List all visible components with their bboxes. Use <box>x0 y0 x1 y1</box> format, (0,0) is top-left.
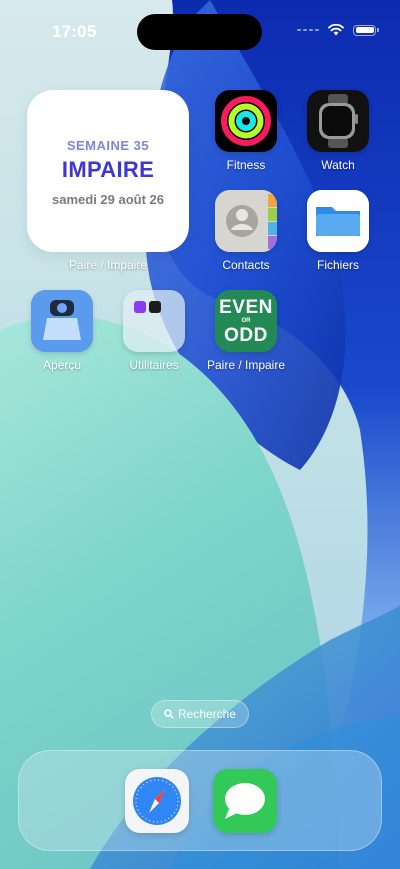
app-label-fitness: Fitness <box>226 158 266 172</box>
widget-parity: IMPAIRE <box>61 157 155 182</box>
app-label-contacts: Contacts <box>222 258 270 272</box>
parity-widget[interactable]: SEMAINE 35 IMPAIRE samedi 29 août 26 <box>27 90 189 252</box>
signal-bars-icon <box>297 29 319 31</box>
widget-label: Paire / Impaire <box>68 258 148 272</box>
app-pair-impair[interactable]: EVEN OR ODD Paire / Impaire <box>198 290 294 372</box>
app-label-utilities: Utilitaires <box>129 358 179 372</box>
search-icon <box>164 709 174 719</box>
preview-icon <box>31 290 93 352</box>
watch-icon <box>307 90 369 152</box>
folder-utilities[interactable]: Utilitaires <box>106 290 202 372</box>
widget-week: SEMAINE 35 <box>66 138 150 153</box>
dynamic-island <box>137 14 262 50</box>
even-odd-icon-bottom: ODD <box>224 325 268 346</box>
app-watch[interactable]: Watch <box>290 90 386 172</box>
safari-icon[interactable] <box>125 769 189 833</box>
folder-icon <box>123 290 185 352</box>
app-contacts[interactable]: Contacts <box>198 190 294 272</box>
messages-icon[interactable] <box>213 769 277 833</box>
app-files[interactable]: Fichiers <box>290 190 386 272</box>
even-odd-icon-top: EVEN <box>219 297 273 318</box>
app-label-preview: Aperçu <box>42 358 82 372</box>
even-odd-icon: EVEN OR ODD <box>215 290 277 352</box>
fitness-icon <box>215 90 277 152</box>
dock <box>18 750 382 851</box>
status-icons <box>297 24 379 36</box>
files-icon <box>307 190 369 252</box>
search-label: Recherche <box>177 707 237 721</box>
contacts-icon <box>215 190 277 252</box>
status-time: 17:05 <box>52 22 97 41</box>
battery-icon <box>353 24 379 36</box>
app-label-pair-impair: Paire / Impaire <box>206 358 286 372</box>
app-fitness[interactable]: Fitness <box>198 90 294 172</box>
app-label-files: Fichiers <box>316 258 359 272</box>
widget-date: samedi 29 août 26 <box>52 192 164 207</box>
search-pill[interactable]: Recherche <box>151 700 249 728</box>
wifi-icon <box>328 24 344 36</box>
even-odd-icon-middle: OR <box>241 318 251 324</box>
app-label-watch: Watch <box>321 158 355 172</box>
app-preview[interactable]: Aperçu <box>14 290 110 372</box>
